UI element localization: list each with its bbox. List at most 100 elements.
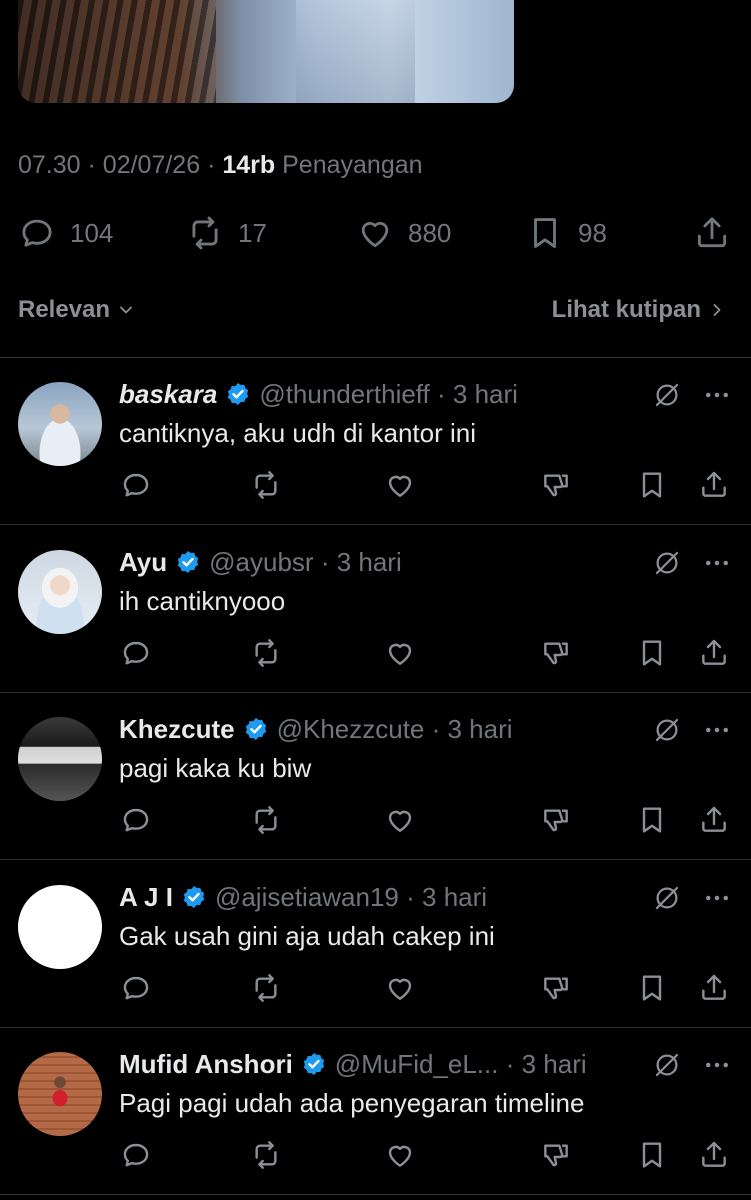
repost-count: 17: [238, 217, 267, 248]
reply-button[interactable]: [120, 804, 154, 838]
dislike-icon: [540, 1139, 572, 1171]
more-icon[interactable]: [702, 883, 732, 913]
grok-icon[interactable]: [652, 380, 682, 410]
share-button[interactable]: [698, 637, 732, 671]
heart-icon: [356, 214, 394, 252]
reply-button[interactable]: [120, 972, 154, 1006]
avatar[interactable]: [18, 550, 102, 634]
heart-icon: [384, 637, 416, 669]
bookmark-icon: [636, 469, 668, 501]
dislike-button[interactable]: [540, 804, 574, 838]
repost-button[interactable]: [250, 469, 284, 503]
reply-button[interactable]: [120, 1139, 154, 1173]
repost-button[interactable]: [250, 804, 284, 838]
dislike-icon: [540, 972, 572, 1004]
dislike-icon: [540, 804, 572, 836]
repost-button[interactable]: [250, 637, 284, 671]
grok-icon[interactable]: [652, 715, 682, 745]
display-name[interactable]: Ayu: [119, 547, 167, 578]
user-handle[interactable]: @ajisetiawan19 · 3 hari: [215, 882, 487, 913]
dislike-button[interactable]: [540, 1139, 574, 1173]
bookmark-button[interactable]: [636, 972, 670, 1006]
display-name[interactable]: Khezcute: [119, 714, 235, 745]
view-quotes-label: Lihat kutipan: [551, 296, 701, 323]
dislike-button[interactable]: [540, 469, 574, 503]
reply-icon: [120, 637, 152, 669]
repost-icon: [186, 214, 224, 252]
reply-item[interactable]: Mufid Anshori @MuFid_eL... · 3 hari Pagi…: [0, 1028, 751, 1195]
divider: [0, 859, 751, 860]
dislike-button[interactable]: [540, 637, 574, 671]
reply-actions: [0, 637, 751, 671]
verified-badge-icon: [225, 381, 251, 407]
reply-header: A J I @ajisetiawan19 · 3 hari: [119, 879, 631, 915]
like-button[interactable]: [384, 1139, 418, 1173]
grok-icon[interactable]: [652, 548, 682, 578]
view-quotes-link[interactable]: Lihat kutipan: [552, 296, 727, 324]
share-button[interactable]: [698, 972, 732, 1006]
bookmark-button[interactable]: [636, 1139, 670, 1173]
sort-dropdown[interactable]: Relevan: [18, 296, 136, 324]
more-icon[interactable]: [702, 1050, 732, 1080]
like-button[interactable]: [384, 469, 418, 503]
display-name[interactable]: baskara: [119, 379, 217, 410]
share-icon: [698, 804, 730, 836]
more-icon[interactable]: [702, 380, 732, 410]
reply-icon: [120, 1139, 152, 1171]
bookmark-button[interactable]: [636, 637, 670, 671]
share-button[interactable]: [698, 1139, 732, 1173]
post-media-image[interactable]: [18, 0, 514, 103]
replies-sort-row: Relevan Lihat kutipan: [18, 290, 727, 330]
reply-count: 104: [70, 217, 114, 248]
verified-badge-icon: [181, 884, 207, 910]
reply-text: Pagi pagi udah ada penyegaran timeline: [119, 1088, 585, 1118]
like-button[interactable]: 880: [356, 210, 451, 256]
chevron-down-icon: [116, 300, 136, 320]
like-button[interactable]: [384, 972, 418, 1006]
user-handle[interactable]: @Khezzcute · 3 hari: [277, 714, 513, 745]
like-button[interactable]: [384, 637, 418, 671]
repost-button[interactable]: [250, 1139, 284, 1173]
user-handle[interactable]: @MuFid_eL... · 3 hari: [335, 1049, 587, 1080]
divider: [0, 524, 751, 525]
bookmark-button[interactable]: [636, 469, 670, 503]
more-icon[interactable]: [702, 548, 732, 578]
display-name[interactable]: Mufid Anshori: [119, 1049, 293, 1080]
more-icon[interactable]: [702, 715, 732, 745]
dislike-button[interactable]: [540, 972, 574, 1006]
reply-button[interactable]: 104: [18, 210, 113, 256]
bookmark-button[interactable]: [636, 804, 670, 838]
reply-item[interactable]: baskara @thunderthieff · 3 hari cantikny…: [0, 358, 751, 525]
bookmark-icon: [636, 1139, 668, 1171]
reply-item[interactable]: Khezcute @Khezzcute · 3 hari pagi kaka k…: [0, 693, 751, 860]
avatar[interactable]: [18, 382, 102, 466]
display-name[interactable]: A J I: [119, 882, 173, 913]
reply-button[interactable]: [120, 637, 154, 671]
grok-icon[interactable]: [652, 883, 682, 913]
avatar[interactable]: [18, 1052, 102, 1136]
share-button[interactable]: [698, 469, 732, 503]
repost-icon: [250, 1139, 282, 1171]
bookmark-button[interactable]: 98: [526, 210, 607, 256]
reply-button[interactable]: [120, 469, 154, 503]
grok-icon[interactable]: [652, 1050, 682, 1080]
post-stats-bar: 104 17 880 98: [0, 210, 751, 256]
like-count: 880: [408, 217, 452, 248]
reply-item[interactable]: Ayu @ayubsr · 3 hari ih cantiknyooo: [0, 526, 751, 693]
share-button[interactable]: [698, 804, 732, 838]
user-handle[interactable]: @ayubsr · 3 hari: [209, 547, 402, 578]
user-handle[interactable]: @thunderthieff · 3 hari: [259, 379, 518, 410]
avatar[interactable]: [18, 885, 102, 969]
like-button[interactable]: [384, 804, 418, 838]
reply-item[interactable]: A J I @ajisetiawan19 · 3 hari Gak usah g…: [0, 861, 751, 1028]
reply-actions: [0, 972, 751, 1006]
avatar[interactable]: [18, 717, 102, 801]
share-button[interactable]: [693, 210, 731, 256]
repost-button[interactable]: [250, 972, 284, 1006]
repost-icon: [250, 804, 282, 836]
verified-badge-icon: [175, 549, 201, 575]
repost-button[interactable]: 17: [186, 210, 267, 256]
reply-header: Ayu @ayubsr · 3 hari: [119, 544, 631, 580]
verified-badge-icon: [301, 1051, 327, 1077]
reply-text: ih cantiknyooo: [119, 586, 286, 616]
